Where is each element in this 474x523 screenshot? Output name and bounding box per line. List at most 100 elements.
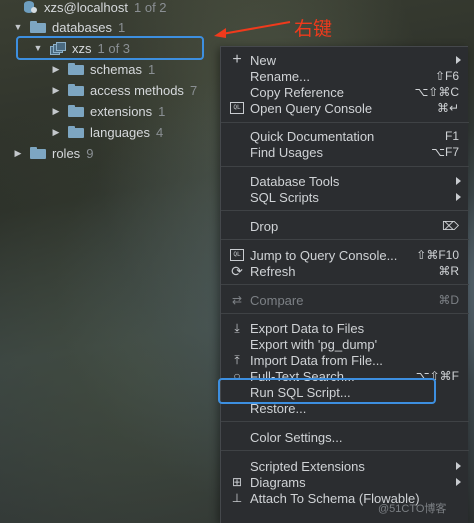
tree-item-label: schemas bbox=[90, 61, 143, 77]
tree-node-databases[interactable]: ▼ databases 1 bbox=[12, 17, 126, 37]
context-menu: + New Rename... ⇧F6 Copy Reference ⌥⇧⌘C … bbox=[220, 46, 469, 523]
shortcut-label: ⌦ bbox=[442, 219, 459, 233]
tree-node-access-methods[interactable]: ▶ access methods 7 bbox=[50, 80, 198, 100]
tree-item-count: 7 bbox=[189, 82, 198, 98]
folder-icon bbox=[68, 84, 84, 96]
menu-item-label: Export Data to Files bbox=[250, 320, 365, 336]
tree-item-label: extensions bbox=[90, 103, 153, 119]
roles-count: 9 bbox=[86, 145, 94, 161]
menu-item-label: Diagrams bbox=[250, 474, 306, 490]
chevron-right-icon[interactable]: ▶ bbox=[50, 84, 62, 96]
menu-item-copy-reference[interactable]: Copy Reference ⌥⇧⌘C bbox=[221, 84, 469, 100]
run-sql-script-highlight-box bbox=[218, 378, 436, 404]
shortcut-label: ⌥⇧⌘C bbox=[414, 85, 459, 99]
tree-item-count: 4 bbox=[156, 124, 164, 140]
menu-item-quick-documentation[interactable]: Quick Documentation F1 bbox=[221, 128, 469, 144]
databases-count: 1 bbox=[118, 19, 126, 35]
folder-icon bbox=[30, 21, 46, 33]
menu-item-label: Open Query Console bbox=[250, 100, 373, 116]
tree-item-count: 1 bbox=[148, 61, 156, 77]
annotation-label: 右键 bbox=[294, 18, 333, 40]
menu-item-label: Jump to Query Console... bbox=[250, 247, 398, 263]
menu-item-label: Color Settings... bbox=[250, 429, 343, 445]
download-icon: ⤓ bbox=[234, 320, 240, 335]
menu-item-new[interactable]: + New bbox=[221, 51, 469, 68]
shortcut-label: ⌘↵ bbox=[436, 101, 459, 115]
menu-item-sql-scripts[interactable]: SQL Scripts bbox=[221, 189, 469, 205]
menu-item-jump-to-query-console[interactable]: QL Jump to Query Console... ⇧⌘F10 bbox=[221, 247, 469, 263]
diagram-icon: ⊞ bbox=[231, 475, 243, 489]
menu-separator bbox=[221, 313, 469, 314]
shortcut-label: ⇧⌘F10 bbox=[416, 248, 459, 262]
shortcut-label: ⌘D bbox=[438, 293, 459, 307]
folder-icon bbox=[68, 63, 84, 75]
tree-node-schemas[interactable]: ▶ schemas 1 bbox=[50, 59, 156, 79]
menu-item-label: Copy Reference bbox=[250, 84, 344, 100]
menu-item-label: Database Tools bbox=[250, 173, 340, 189]
tree-node-roles[interactable]: ▶ roles 9 bbox=[12, 143, 94, 163]
menu-separator bbox=[221, 210, 469, 211]
menu-item-scripted-extensions[interactable]: Scripted Extensions bbox=[221, 458, 469, 474]
menu-item-import-data[interactable]: ⤒ Import Data from File... bbox=[221, 352, 469, 368]
tree-item-label: access methods bbox=[90, 82, 184, 98]
chevron-right-icon[interactable]: ▶ bbox=[50, 126, 62, 138]
postgres-connection-icon bbox=[22, 0, 38, 14]
shortcut-label: ⌘R bbox=[438, 264, 459, 278]
chevron-right-icon[interactable]: ▶ bbox=[12, 147, 24, 159]
shortcut-label: ⇧F6 bbox=[434, 69, 459, 83]
menu-item-refresh[interactable]: ⟳ Refresh ⌘R bbox=[221, 263, 469, 279]
menu-separator bbox=[221, 122, 469, 123]
menu-item-find-usages[interactable]: Find Usages ⌥F7 bbox=[221, 144, 469, 160]
roles-label: roles bbox=[52, 145, 81, 161]
menu-item-label: Compare bbox=[250, 292, 304, 308]
menu-item-label: Export with 'pg_dump' bbox=[250, 336, 378, 352]
attach-icon: ⊥ bbox=[231, 491, 243, 505]
tree-item-label: languages bbox=[90, 124, 150, 140]
selection-highlight-box bbox=[16, 36, 204, 60]
watermark-label: @51CTO博客 bbox=[378, 503, 447, 515]
menu-item-label: Rename... bbox=[250, 68, 310, 84]
menu-item-export-pg-dump[interactable]: Export with 'pg_dump' bbox=[221, 336, 469, 352]
menu-item-database-tools[interactable]: Database Tools bbox=[221, 173, 469, 189]
tree-node-extensions[interactable]: ▶ extensions 1 bbox=[50, 101, 166, 121]
shortcut-label: F1 bbox=[444, 129, 459, 143]
menu-item-label: New bbox=[250, 52, 277, 68]
menu-item-label: Scripted Extensions bbox=[250, 458, 365, 474]
connection-label: xzs@localhost bbox=[44, 0, 129, 15]
compare-icon: ⇄ bbox=[231, 293, 243, 307]
tree-item-count: 1 bbox=[158, 103, 166, 119]
menu-item-compare: ⇄ Compare ⌘D bbox=[221, 292, 469, 308]
menu-item-open-query-console[interactable]: QL Open Query Console ⌘↵ bbox=[221, 100, 469, 116]
chevron-right-icon[interactable]: ▶ bbox=[50, 63, 62, 75]
refresh-icon: ⟳ bbox=[231, 262, 243, 279]
annotation-arrow-icon bbox=[214, 21, 291, 38]
folder-icon bbox=[30, 147, 46, 159]
folder-icon bbox=[68, 126, 84, 138]
chevron-down-icon[interactable]: ▼ bbox=[12, 21, 24, 33]
submenu-arrow-icon bbox=[456, 56, 461, 64]
tree-node-connection[interactable]: ▼ xzs@localhost 1 of 2 bbox=[4, 0, 167, 17]
upload-icon: ⤒ bbox=[234, 352, 240, 367]
submenu-arrow-icon bbox=[456, 177, 461, 185]
menu-separator bbox=[221, 421, 469, 422]
menu-item-label: Find Usages bbox=[250, 144, 323, 160]
menu-separator bbox=[221, 166, 469, 167]
menu-item-drop[interactable]: Drop ⌦ bbox=[221, 218, 469, 234]
chevron-right-icon[interactable]: ▶ bbox=[50, 105, 62, 117]
submenu-arrow-icon bbox=[456, 462, 461, 470]
databases-label: databases bbox=[52, 19, 112, 35]
menu-item-export-data-to-files[interactable]: ⤓ Export Data to Files bbox=[221, 320, 469, 336]
menu-item-color-settings[interactable]: Color Settings... bbox=[221, 429, 469, 445]
tree-node-languages[interactable]: ▶ languages 4 bbox=[50, 122, 164, 142]
menu-item-label: SQL Scripts bbox=[250, 189, 319, 205]
menu-item-diagrams[interactable]: ⊞ Diagrams bbox=[221, 474, 469, 490]
plus-icon: + bbox=[232, 51, 242, 68]
menu-item-rename[interactable]: Rename... ⇧F6 bbox=[221, 68, 469, 84]
menu-item-label: Drop bbox=[250, 218, 279, 234]
menu-item-label: Refresh bbox=[250, 263, 296, 279]
menu-item-label: Quick Documentation bbox=[250, 128, 375, 144]
menu-separator bbox=[221, 450, 469, 451]
menu-separator bbox=[221, 284, 469, 285]
folder-icon bbox=[68, 105, 84, 117]
menu-separator bbox=[221, 239, 469, 240]
